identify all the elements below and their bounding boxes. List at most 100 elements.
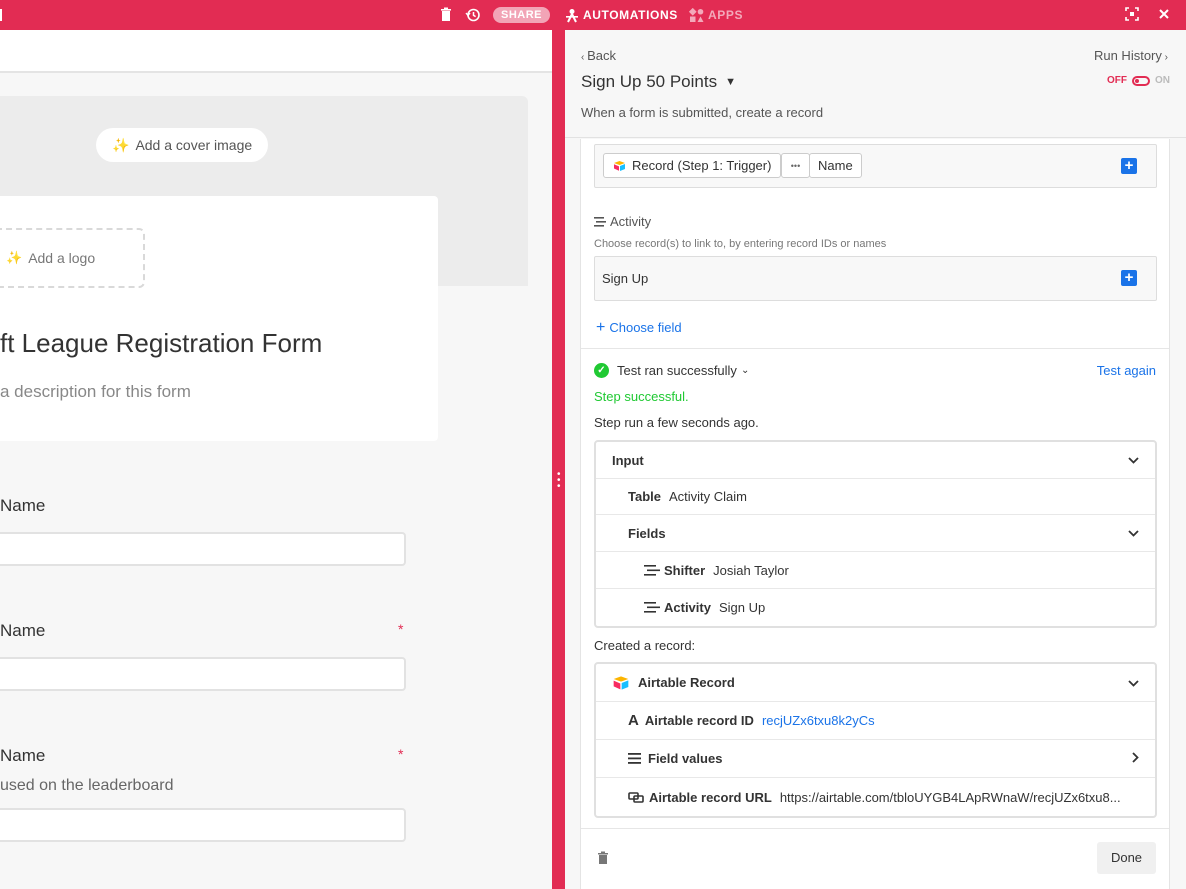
- automation-title[interactable]: Sign Up 50 Points ▼: [581, 72, 736, 92]
- form-title[interactable]: ft League Registration Form: [0, 328, 322, 359]
- fields-row[interactable]: Fields: [596, 515, 1155, 552]
- field-label: Name: [0, 746, 46, 765]
- activity-input[interactable]: Sign Up +: [594, 256, 1157, 301]
- field-input[interactable]: [0, 808, 406, 842]
- caret-down-icon: ▼: [725, 76, 736, 88]
- activity-label-text: Activity: [610, 214, 652, 229]
- test-again-button[interactable]: Test again: [1097, 363, 1156, 378]
- activity-row: Activity Sign Up: [596, 589, 1155, 626]
- insert-token-button[interactable]: +: [1121, 270, 1137, 286]
- automations-label: AUTOMATIONS: [583, 8, 678, 22]
- field-label: Name: [0, 621, 46, 640]
- record-id-row: A Airtable record ID recjUZx6txu8k2yCs: [596, 702, 1155, 740]
- record-url-key: Airtable record URL: [649, 789, 772, 805]
- test-status-dropdown[interactable]: ✓ Test ran successfully ⌄: [594, 363, 749, 378]
- check-circle-icon: ✓: [594, 363, 609, 378]
- trash-icon[interactable]: [439, 7, 455, 23]
- delete-step-icon[interactable]: [597, 851, 609, 865]
- history-icon[interactable]: [465, 7, 481, 23]
- add-logo-label: Add a logo: [28, 250, 96, 266]
- robot-icon: [566, 8, 578, 22]
- back-label: Back: [587, 48, 617, 63]
- automation-title-text: Sign Up 50 Points: [581, 72, 718, 91]
- automation-panel: ‹ Back Run History › Sign Up 50 Points ▼…: [565, 30, 1186, 889]
- expand-icon[interactable]: [1125, 7, 1141, 23]
- step-success-text: Step successful.: [594, 389, 689, 404]
- add-cover-image-label: Add a cover image: [135, 137, 253, 153]
- step-run-time: Step run a few seconds ago.: [594, 415, 759, 430]
- close-icon[interactable]: [1157, 7, 1173, 23]
- toggle-off-label: OFF: [1107, 75, 1127, 86]
- field-values-label: Field values: [648, 751, 723, 766]
- chevron-down-icon: ⌄: [740, 365, 750, 376]
- name-field-input[interactable]: Record (Step 1: Trigger) ••• Name +: [594, 144, 1157, 188]
- panel-resize-handle[interactable]: • • •: [552, 30, 565, 889]
- divider: [581, 348, 1169, 349]
- record-token-label: Record (Step 1: Trigger): [632, 158, 772, 173]
- field-token[interactable]: Name: [809, 153, 862, 178]
- add-logo-button[interactable]: ✨ Add a logo: [0, 228, 145, 288]
- form-card: ✨ Add a logo ft League Registration Form…: [0, 196, 438, 441]
- form-builder: ✨ Add a cover image ✨ Add a logo ft Leag…: [0, 30, 552, 889]
- sparkle-icon: ✨: [6, 250, 23, 265]
- record-id-key: Airtable record ID: [644, 713, 754, 728]
- airtable-logo-icon: [614, 160, 625, 171]
- fields-label: Fields: [628, 525, 666, 541]
- chevron-down-icon: [1128, 526, 1139, 540]
- required-mark: *: [398, 746, 404, 762]
- run-history-label: Run History: [1093, 48, 1162, 63]
- record-url-value[interactable]: https://airtable.com/tbloUYGB4LApRWnaW/r…: [780, 790, 1121, 805]
- share-button[interactable]: SHARE: [493, 7, 551, 23]
- automations-tab[interactable]: AUTOMATIONS: [565, 7, 678, 23]
- activity-key: Activity: [664, 600, 711, 615]
- table-key: Table: [628, 489, 661, 504]
- done-button[interactable]: Done: [1097, 842, 1156, 874]
- run-history-button[interactable]: Run History ›: [1094, 48, 1168, 63]
- shifter-value: Josiah Taylor: [713, 562, 789, 578]
- toggle-on-label: ON: [1155, 75, 1170, 86]
- toggle-switch[interactable]: [1132, 75, 1150, 86]
- insert-token-button[interactable]: +: [1121, 158, 1137, 174]
- field-help-text: used on the leaderboard: [0, 777, 174, 794]
- shifter-key: Shifter: [664, 562, 706, 578]
- input-row[interactable]: Input: [596, 442, 1155, 479]
- required-mark: *: [398, 621, 404, 637]
- airtable-logo-icon: [613, 675, 629, 690]
- token-more-button[interactable]: •••: [781, 153, 810, 178]
- form-description[interactable]: a description for this form: [0, 382, 191, 402]
- input-tree: Input Table Activity Claim Fields Shifte…: [594, 440, 1157, 628]
- airtable-record-row[interactable]: Airtable Record: [596, 664, 1155, 702]
- activity-help-text: Choose record(s) to link to, by entering…: [594, 238, 887, 250]
- record-url-row: Airtable record URL https://airtable.com…: [596, 778, 1155, 816]
- back-button[interactable]: ‹ Back: [581, 48, 616, 63]
- add-cover-image-button[interactable]: ✨ Add a cover image: [96, 128, 269, 162]
- record-token[interactable]: Record (Step 1: Trigger): [603, 153, 782, 178]
- record-id-value[interactable]: recjUZx6txu8k2yCs: [762, 713, 875, 728]
- chevron-right-icon: [1132, 751, 1139, 766]
- table-value: Activity Claim: [669, 489, 748, 504]
- field-input[interactable]: [0, 657, 406, 691]
- linked-field-icon: [594, 216, 606, 227]
- output-tree: Airtable Record A Airtable record ID rec…: [594, 662, 1157, 818]
- chevron-right-icon: ›: [1161, 52, 1168, 63]
- top-bar: SHARE AUTOMATIONS APPS: [0, 0, 1186, 30]
- chevron-down-icon: [1128, 676, 1139, 690]
- apps-tab[interactable]: APPS: [689, 7, 743, 23]
- field-label: Name: [0, 496, 46, 515]
- activity-value: Sign Up: [602, 271, 649, 286]
- activity-value: Sign Up: [718, 600, 766, 615]
- divider: [581, 828, 1169, 829]
- apps-label: APPS: [708, 8, 744, 22]
- field-values-row[interactable]: Field values: [596, 740, 1155, 778]
- tab-edge: [0, 9, 2, 21]
- airtable-record-label: Airtable Record: [638, 675, 735, 690]
- shifter-row: Shifter Josiah Taylor: [596, 552, 1155, 589]
- action-config: Record (Step 1: Trigger) ••• Name + Acti…: [580, 139, 1170, 889]
- field-input[interactable]: [0, 532, 406, 566]
- apps-icon: [689, 7, 704, 22]
- automation-toggle[interactable]: OFF ON: [1107, 75, 1170, 86]
- linked-field-icon: [644, 602, 660, 613]
- table-row: Table Activity Claim: [596, 479, 1155, 515]
- choose-field-button[interactable]: + Choose field: [596, 320, 682, 336]
- form-header-bar: [0, 30, 552, 73]
